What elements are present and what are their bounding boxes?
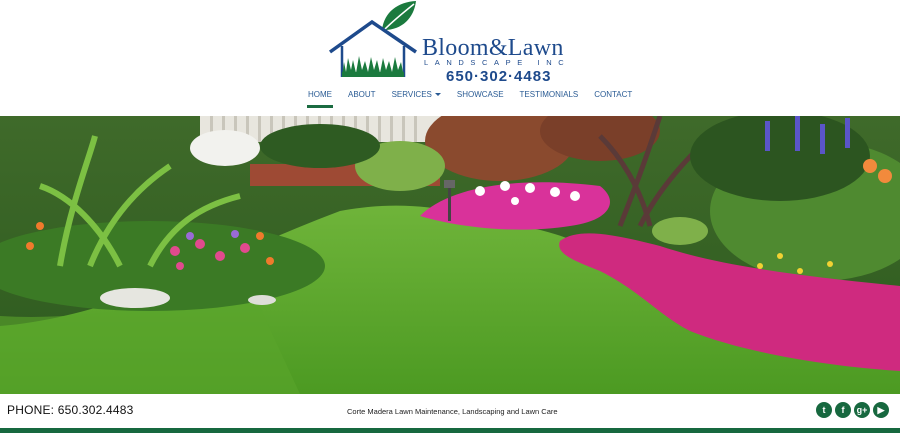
twitter-icon[interactable]: t (816, 402, 832, 418)
twitter-glyph: t (822, 405, 826, 415)
chevron-down-icon (434, 93, 441, 97)
nav-services-label: SERVICES (391, 90, 432, 99)
facebook-glyph: f (841, 405, 845, 415)
nav-services[interactable]: SERVICES (384, 86, 449, 104)
footer-tagline: Corte Madera Lawn Maintenance, Landscapi… (347, 407, 558, 416)
youtube-icon[interactable]: ▶ (873, 402, 889, 418)
garden-illustration (0, 116, 900, 394)
google-plus-glyph: g+ (856, 405, 868, 415)
site-footer: PHONE: 650.302.4483 Corte Madera Lawn Ma… (0, 394, 900, 433)
nav-testimonials[interactable]: TESTIMONIALS (512, 86, 587, 104)
social-links: t f g+ ▶ (816, 402, 889, 418)
google-plus-icon[interactable]: g+ (854, 402, 870, 418)
nav-about-label: ABOUT (348, 90, 376, 99)
nav-contact-label: CONTACT (594, 90, 633, 99)
site-header: Bloom&Lawn LANDSCAPE INC 650·302·4483 HO… (0, 0, 900, 116)
footer-phone[interactable]: PHONE: 650.302.4483 (7, 403, 134, 417)
house-leaf-logo-icon (328, 1, 417, 77)
nav-home[interactable]: HOME (300, 86, 340, 108)
youtube-glyph: ▶ (877, 404, 885, 415)
brand-phone: 650·302·4483 (446, 68, 552, 85)
brand-subtitle: LANDSCAPE INC (424, 58, 571, 67)
facebook-icon[interactable]: f (835, 402, 851, 418)
hero-garden-image (0, 116, 900, 394)
nav-showcase[interactable]: SHOWCASE (449, 86, 512, 104)
nav-about[interactable]: ABOUT (340, 86, 384, 104)
main-nav: HOME ABOUT SERVICES SHOWCASE TESTIMONIAL… (300, 86, 640, 108)
nav-testimonials-label: TESTIMONIALS (519, 90, 579, 99)
nav-home-label: HOME (308, 90, 332, 99)
nav-contact[interactable]: CONTACT (586, 86, 640, 104)
site-logo[interactable]: Bloom&Lawn LANDSCAPE INC 650·302·4483 (328, 0, 578, 88)
footer-bar (0, 428, 900, 433)
nav-showcase-label: SHOWCASE (456, 90, 504, 99)
